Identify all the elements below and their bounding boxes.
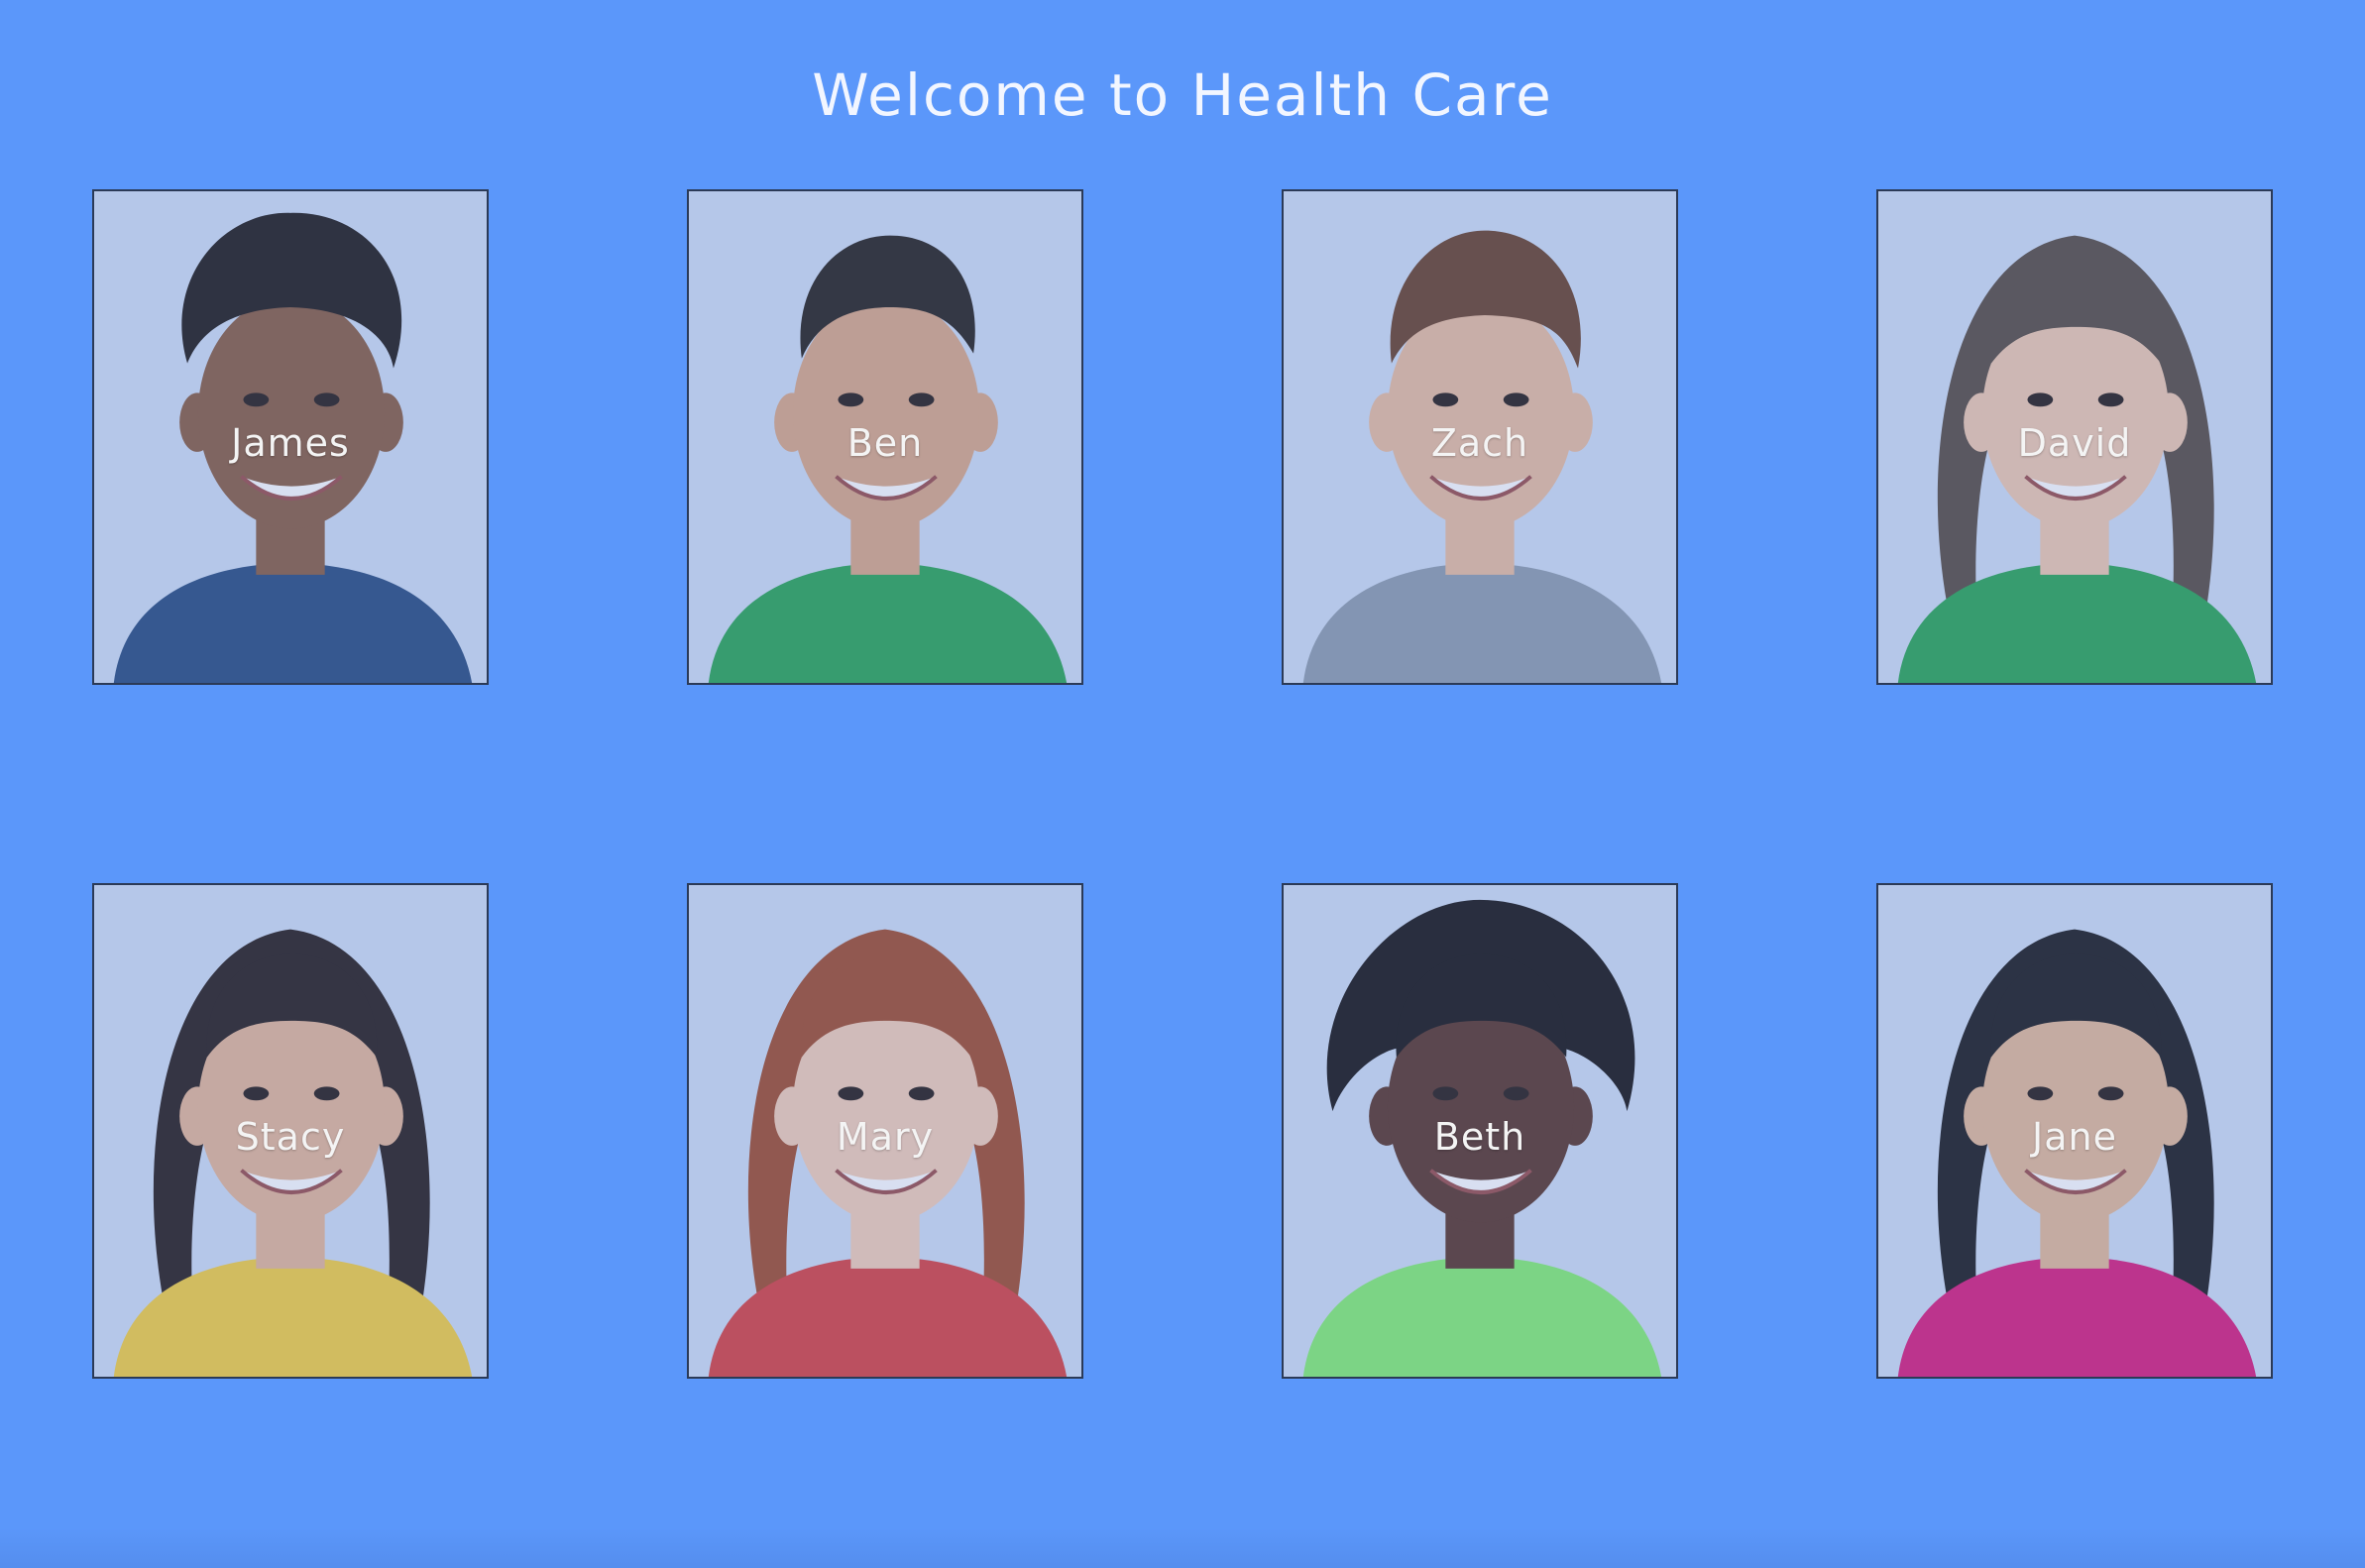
patient-name: Jane <box>2032 1115 2117 1159</box>
bottom-fade <box>0 1528 2365 1568</box>
patient-name: Beth <box>1433 1115 1526 1159</box>
patient-name: Mary <box>836 1115 935 1159</box>
patient-card-stacy[interactable]: Stacy <box>92 883 489 1379</box>
patient-card-david[interactable]: David <box>1876 189 2273 685</box>
screen: Welcome to Health Care James Ben Zach David… <box>0 0 2365 1568</box>
patient-name: Zach <box>1430 421 1529 465</box>
patient-card-jane[interactable]: Jane <box>1876 883 2273 1379</box>
patient-card-zach[interactable]: Zach <box>1282 189 1678 685</box>
patient-card-mary[interactable]: Mary <box>687 883 1083 1379</box>
patient-name: Ben <box>846 421 924 465</box>
page-title: Welcome to Health Care <box>812 61 1553 129</box>
patient-card-ben[interactable]: Ben <box>687 189 1083 685</box>
patient-card-beth[interactable]: Beth <box>1282 883 1678 1379</box>
patient-name: Stacy <box>235 1115 346 1159</box>
patient-name: James <box>231 421 350 465</box>
patient-card-james[interactable]: James <box>92 189 489 685</box>
patient-name: David <box>2017 421 2132 465</box>
